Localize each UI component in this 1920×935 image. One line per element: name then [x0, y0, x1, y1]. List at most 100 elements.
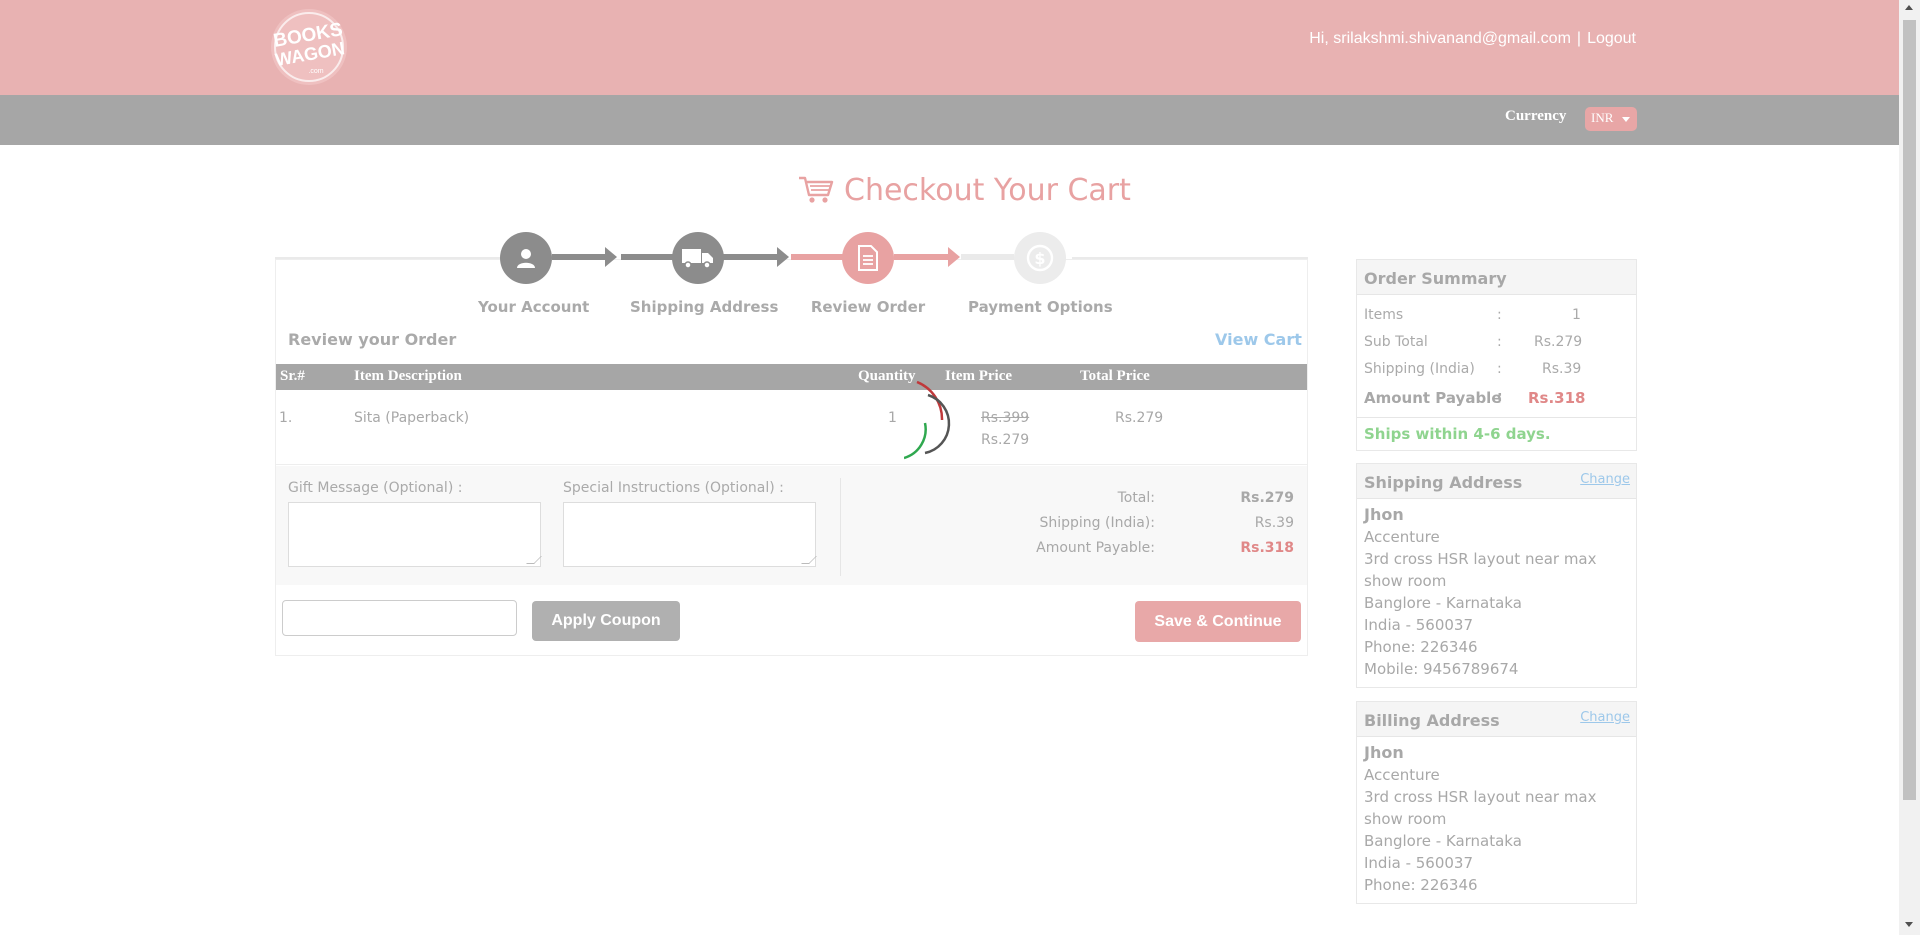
summary-items-value: 1: [1572, 307, 1581, 323]
arrow-right-icon: [605, 247, 617, 267]
shipping-line-3: Banglore - Karnataka: [1364, 594, 1522, 612]
arrow-right-icon: [777, 247, 789, 267]
dollar-icon: $: [1026, 244, 1054, 272]
billing-line-3: Banglore - Karnataka: [1364, 832, 1522, 850]
change-shipping-address-link[interactable]: Change: [1580, 472, 1630, 487]
scrollbar-thumb[interactable]: [1903, 20, 1916, 800]
billing-line-5: Phone: 226346: [1364, 876, 1478, 894]
shipping-value: Rs.39: [1254, 515, 1294, 531]
shipping-address-heading: Shipping Address Change: [1357, 464, 1636, 499]
col-header-total-price: Total Price: [1080, 368, 1150, 384]
amount-payable-label: Amount Payable:: [1036, 540, 1155, 556]
currency-label: Currency: [1505, 108, 1567, 124]
step-label-shipping-address: Shipping Address: [630, 298, 779, 316]
table-row: 1. Sita (Paperback) 1 Rs.399 Rs.279 Rs.2…: [276, 380, 1307, 465]
step-your-account[interactable]: [500, 232, 552, 284]
summary-payable-colon: :: [1497, 389, 1503, 405]
steps-line-right: [1072, 257, 1308, 259]
step-connector-3b: [961, 254, 1014, 260]
step-label-review-order: Review Order: [810, 298, 926, 316]
summary-subtotal-label: Sub Total: [1364, 334, 1428, 350]
arrow-right-icon: [948, 247, 960, 267]
resize-grip-icon[interactable]: [801, 556, 817, 564]
summary-shipping-value: Rs.39: [1542, 361, 1582, 377]
shipping-address-body: Jhon Accenture 3rd cross HSR layout near…: [1357, 499, 1636, 680]
row-sr: 1.: [279, 410, 293, 426]
billing-line-1: Accenture: [1364, 766, 1440, 784]
truck-icon: [682, 249, 713, 269]
row-old-price: Rs.399: [981, 410, 1030, 426]
row-price: Rs.279: [981, 432, 1030, 448]
step-label-your-account: Your Account: [478, 298, 590, 316]
summary-subtotal-colon: :: [1497, 334, 1502, 350]
change-billing-address-link[interactable]: Change: [1580, 710, 1630, 725]
bookswagon-logo[interactable]: BOOKS WAGON .com: [262, 7, 356, 87]
shipping-label: Shipping (India):: [1039, 515, 1155, 531]
billing-address-panel: Billing Address Change Jhon Accenture 3r…: [1356, 701, 1637, 904]
step-connector-3: [894, 254, 948, 260]
shipping-line-1: Accenture: [1364, 528, 1440, 546]
amount-payable-value: Rs.318: [1240, 540, 1294, 556]
summary-payable-label: Amount Payable: [1364, 389, 1502, 407]
save-continue-button[interactable]: Save & Continue: [1135, 601, 1301, 642]
shipping-name: Jhon: [1364, 505, 1404, 524]
billing-address-title: Billing Address: [1364, 711, 1500, 730]
currency-selected-value: INR: [1591, 110, 1614, 125]
header-bar: BOOKS WAGON .com Hi, srilakshmi.shivanan…: [0, 0, 1899, 95]
svg-text:$: $: [1034, 249, 1045, 268]
currency-bar: Currency INR: [0, 95, 1899, 145]
special-instructions-textarea[interactable]: [563, 502, 817, 567]
user-area: Hi, srilakshmi.shivanand@gmail.com | Logou…: [1309, 30, 1636, 48]
step-connector-1: [552, 254, 605, 260]
col-header-sr: Sr.#: [280, 368, 305, 384]
summary-items-label: Items: [1364, 307, 1404, 323]
step-connector-2b: [791, 254, 844, 260]
total-value: Rs.279: [1240, 490, 1294, 506]
billing-name: Jhon: [1364, 743, 1404, 762]
apply-coupon-button[interactable]: Apply Coupon: [532, 601, 680, 641]
page: BOOKS WAGON .com Hi, srilakshmi.shivanan…: [0, 0, 1899, 935]
scroll-up-arrow-icon[interactable]: [1905, 5, 1913, 10]
logo-text-com: .com: [308, 68, 323, 75]
summary-items-colon: :: [1497, 307, 1502, 323]
header-separator: |: [1576, 30, 1582, 47]
gift-message-label: Gift Message (Optional) :: [288, 480, 463, 496]
row-description[interactable]: Sita (Paperback): [354, 410, 469, 426]
order-summary-heading: Order Summary: [1357, 260, 1636, 295]
step-connector-2: [722, 254, 777, 260]
step-review-order[interactable]: [842, 232, 894, 284]
cart-icon: [799, 176, 834, 203]
user-greeting: Hi, srilakshmi.shivanand@gmail.com: [1309, 30, 1571, 47]
view-cart-link[interactable]: View Cart: [1215, 330, 1302, 349]
order-summary-title: Order Summary: [1364, 269, 1507, 288]
review-order-heading: Review your Order: [288, 330, 457, 349]
page-title-text: Checkout Your Cart: [844, 172, 1131, 208]
extras-divider: [840, 478, 841, 576]
page-title: Checkout Your Cart: [798, 170, 1131, 210]
summary-subtotal-value: Rs.279: [1534, 334, 1583, 350]
resize-grip-icon[interactable]: [526, 556, 542, 564]
currency-select[interactable]: INR: [1585, 107, 1637, 131]
billing-address-body: Jhon Accenture 3rd cross HSR layout near…: [1357, 737, 1636, 896]
step-label-payment-options: Payment Options: [968, 298, 1113, 316]
gift-message-textarea[interactable]: [288, 502, 542, 567]
step-shipping-address[interactable]: [672, 232, 724, 284]
summary-shipping-label: Shipping (India): [1364, 361, 1475, 377]
document-icon: [858, 245, 878, 271]
logout-link[interactable]: Logout: [1587, 30, 1636, 47]
billing-address-heading: Billing Address Change: [1357, 702, 1636, 737]
row-quantity: 1: [888, 410, 897, 426]
order-summary-panel: Order Summary Items : 1 Sub Total : Rs.2…: [1356, 259, 1637, 451]
shipping-line-2: 3rd cross HSR layout near max show room: [1364, 550, 1597, 590]
shipping-line-4: India - 560037: [1364, 616, 1474, 634]
row-total: Rs.279: [1115, 410, 1164, 426]
user-icon: [517, 249, 535, 268]
shipping-line-5: Phone: 226346: [1364, 638, 1478, 656]
step-payment-options[interactable]: $: [1014, 232, 1066, 284]
summary-divider: [1357, 417, 1636, 418]
scroll-down-arrow-icon[interactable]: [1905, 922, 1913, 927]
loading-spinner-icon: [904, 380, 951, 460]
coupon-input[interactable]: [282, 600, 517, 636]
total-label: Total:: [1117, 490, 1155, 506]
caret-down-icon: [1622, 117, 1630, 122]
